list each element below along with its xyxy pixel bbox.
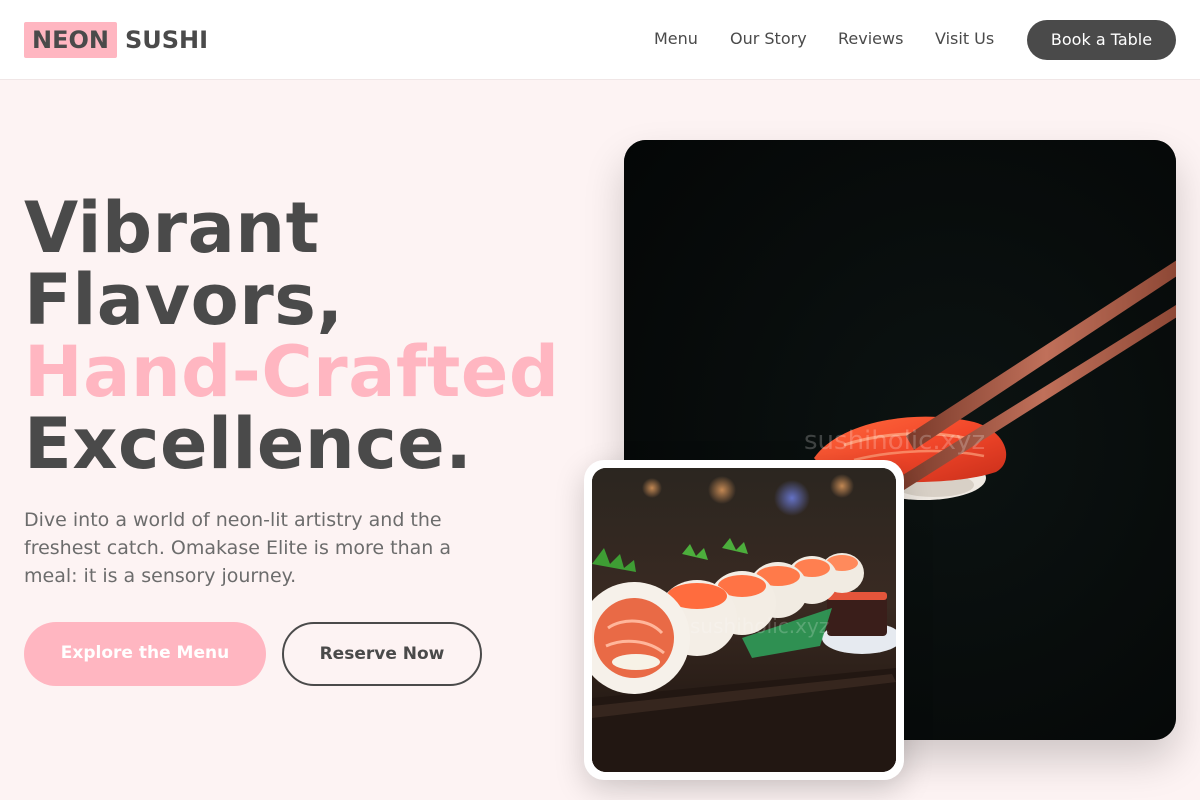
hero-description: Dive into a world of neon-lit artistry a… <box>24 509 452 587</box>
hero-inset-photo-frame: sushiholic.xyz <box>584 460 904 780</box>
headline-line-1: Vibrant <box>24 187 320 269</box>
nav-link-reviews[interactable]: Reviews <box>838 29 903 48</box>
headline-accent: Hand-Crafted <box>24 331 560 413</box>
brand-logo[interactable]: NEON SUSHI <box>24 22 208 58</box>
book-table-button[interactable]: Book a Table <box>1027 20 1176 60</box>
reserve-now-button[interactable]: Reserve Now <box>282 622 482 686</box>
hero-inset-photo: sushiholic.xyz <box>592 468 896 772</box>
headline-line-4: Excellence. <box>24 403 473 485</box>
logo-neon-badge: NEON <box>24 22 117 58</box>
site-header: NEON SUSHI Menu Our Story Reviews Visit … <box>0 0 1200 80</box>
nav-link-menu[interactable]: Menu <box>654 29 698 48</box>
main-photo-watermark: sushiholic.xyz <box>804 426 986 456</box>
headline-line-2: Flavors, <box>24 259 344 341</box>
explore-menu-button[interactable]: Explore the Menu <box>24 622 266 686</box>
logo-sushi-text: SUSHI <box>124 26 209 54</box>
inset-photo-watermark: sushiholic.xyz <box>690 614 830 638</box>
nav-link-visit-us[interactable]: Visit Us <box>935 29 994 48</box>
nav-link-our-story[interactable]: Our Story <box>730 29 807 48</box>
hero-headline: Vibrant Flavors, Hand-Crafted Excellence… <box>24 192 559 480</box>
